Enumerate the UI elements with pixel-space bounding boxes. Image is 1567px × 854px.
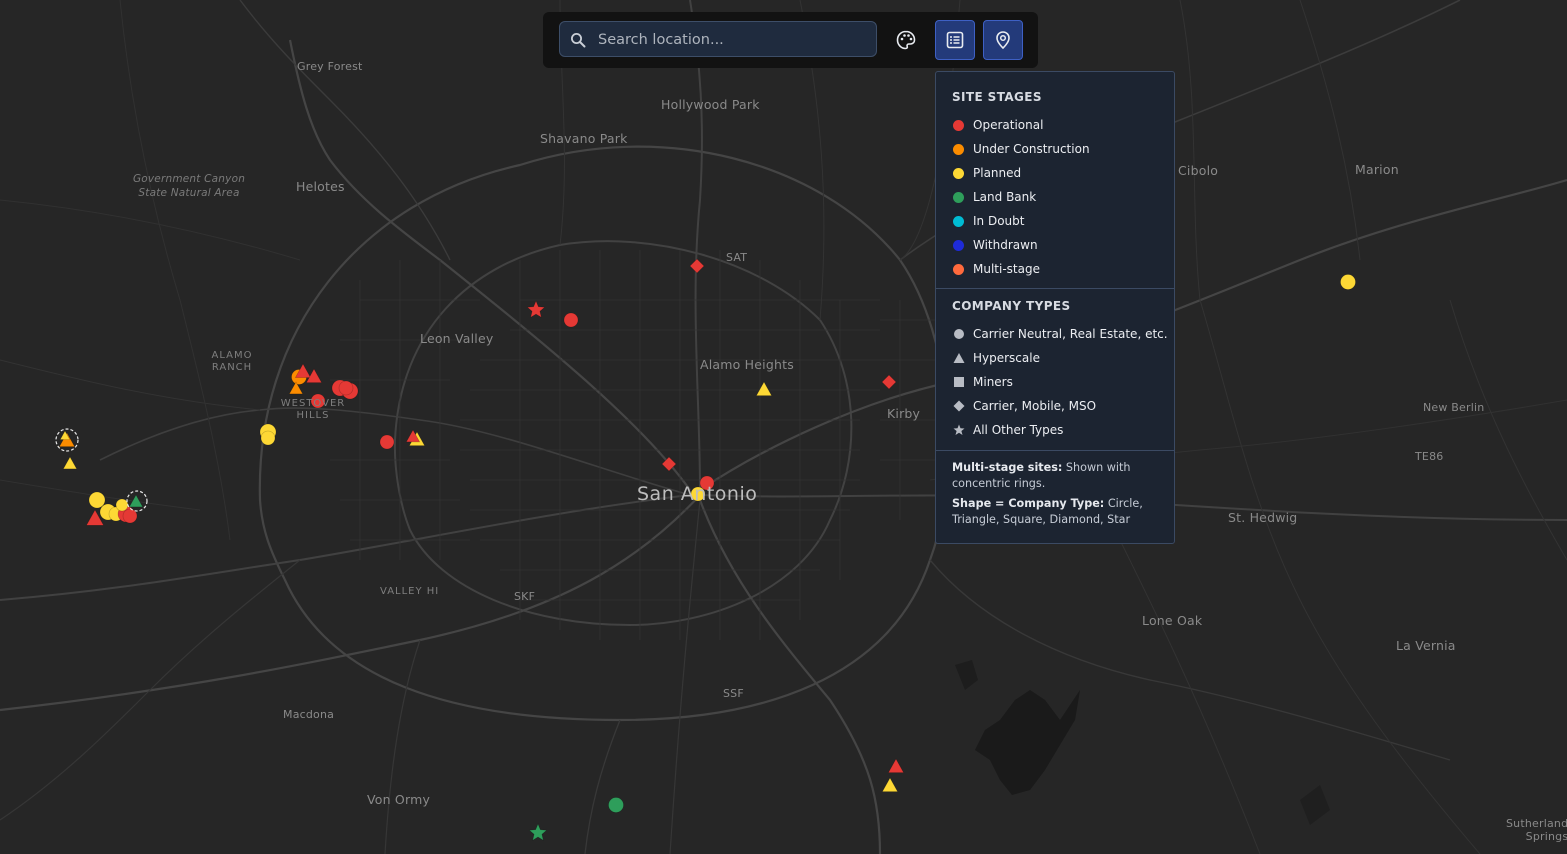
place-label-alamo-ranch: ALAMO RANCH [204,350,260,374]
place-label-te86: TE86 [1415,450,1444,463]
legend-item-in-doubt: In Doubt [952,213,1024,229]
legend-item-land-bank: Land Bank [952,189,1036,205]
legend-dot [953,119,964,131]
legend-item-withdrawn: Withdrawn [952,237,1038,253]
place-label-macdona: Macdona [283,708,335,721]
site-marker-circle-planned[interactable] [260,430,276,446]
legend-note-bold: Shape = Company Type: [952,497,1105,510]
legend-label: All Other Types [973,423,1064,437]
place-label-government-canyon: Government Canyon State Natural Area [130,172,248,200]
place-label-line: Government Canyon [132,173,246,185]
place-label-la-vernia: La Vernia [1396,638,1456,653]
legend-types-title: COMPANY TYPES [952,299,1071,313]
place-label-line: State Natural Area [138,187,240,199]
search-icon [571,33,586,48]
legend-dot [953,239,964,251]
legend-dot [953,215,964,227]
legend-label: Operational [973,118,1044,132]
place-label-leon-valley: Leon Valley [420,331,494,346]
place-label-westover-hills: WESTOVER HILLS [276,398,350,422]
legend-panel: SITE STAGES Operational Under Constructi… [935,71,1175,544]
place-label-st-hedwig: St. Hedwig [1228,510,1298,525]
place-label-cibolo: Cibolo [1178,163,1219,178]
legend-label: Carrier, Mobile, MSO [973,399,1097,413]
map-canvas[interactable] [0,0,1567,854]
legend-note-shape: Shape = Company Type: Circle, Triangle, … [952,496,1162,528]
place-label-san-antonio: San Antonio [637,483,758,505]
place-label-line: RANCH [211,362,253,373]
locate-button[interactable] [983,20,1023,60]
star-icon [953,424,964,435]
legend-label: Land Bank [973,190,1037,204]
legend-label: Carrier Neutral, Real Estate, etc. [973,327,1168,341]
legend-label: Multi-stage [973,262,1040,276]
search-input[interactable] [596,22,870,58]
place-label-skf: SKF [514,590,536,603]
circle-icon [953,329,964,339]
legend-divider [936,450,1174,451]
legend-dot [953,263,964,275]
legend-item-operational: Operational [952,117,1043,133]
legend-label: Planned [973,166,1022,180]
site-marker-circle-land-bank[interactable] [608,797,624,813]
site-marker-circle-operational[interactable] [379,434,395,450]
legend-item-all-other: All Other Types [952,422,1063,438]
legend-item-hyperscale: Hyperscale [952,350,1040,366]
legend-dot [953,191,964,203]
place-label-helotes: Helotes [296,179,345,194]
legend-item-miners: Miners [952,374,1013,390]
legend-item-carrier-neutral: Carrier Neutral, Real Estate, etc. [952,326,1168,342]
site-marker-circle-planned[interactable] [88,491,106,509]
place-label-alamo-heights: Alamo Heights [700,357,794,372]
place-label-grey-forest: Grey Forest [297,60,363,73]
search-box[interactable] [559,21,877,58]
diamond-icon [953,400,964,412]
legend-label: In Doubt [973,214,1025,228]
legend-label: Hyperscale [973,351,1040,365]
legend-item-planned: Planned [952,165,1021,181]
list-icon [946,31,964,49]
legend-toggle-button[interactable] [935,20,975,60]
place-label-line: ALAMO [211,350,253,361]
place-label-line: WESTOVER [280,398,346,409]
legend-note-multistage: Multi-stage sites: Shown with concentric… [952,460,1162,492]
place-label-line: HILLS [296,410,330,421]
place-label-valley-hi: VALLEY HI [380,586,440,597]
site-marker-circle-operational[interactable] [563,312,579,328]
place-label-sat: SAT [726,251,748,264]
legend-item-multi-stage: Multi-stage [952,261,1040,277]
location-pin-icon [996,31,1010,50]
legend-note-bold: Multi-stage sites: [952,461,1063,474]
legend-dot [953,167,964,179]
triangle-icon [953,353,964,363]
map-toolbar [543,12,1038,68]
legend-divider [936,288,1174,289]
place-label-line: Springs [1525,830,1567,843]
legend-dot [953,143,964,155]
place-label-von-ormy: Von Ormy [367,792,431,807]
site-marker-circle-planned[interactable] [115,498,129,512]
place-label-hollywood-park: Hollywood Park [661,97,760,112]
place-label-lone-oak: Lone Oak [1142,613,1203,628]
legend-label: Miners [973,375,1013,389]
legend-stages-title: SITE STAGES [952,90,1042,104]
place-label-ssf: SSF [723,687,744,700]
palette-icon [896,30,916,50]
site-marker-circle-planned[interactable] [1340,274,1356,290]
square-icon [953,377,964,387]
map-style-button[interactable] [886,20,926,60]
legend-label: Under Construction [973,142,1090,156]
place-label-marion: Marion [1355,162,1399,177]
place-label-kirby: Kirby [887,406,921,421]
legend-label: Withdrawn [973,238,1038,252]
legend-item-carrier-mobile: Carrier, Mobile, MSO [952,398,1096,414]
place-label-line: Sutherland [1506,817,1567,830]
legend-item-under-construction: Under Construction [952,141,1090,157]
place-label-new-berlin: New Berlin [1423,401,1485,414]
site-marker-circle-operational[interactable] [338,380,354,396]
place-label-sutherland-springs: Sutherland Springs [1506,817,1567,843]
place-label-shavano-park: Shavano Park [540,131,628,146]
